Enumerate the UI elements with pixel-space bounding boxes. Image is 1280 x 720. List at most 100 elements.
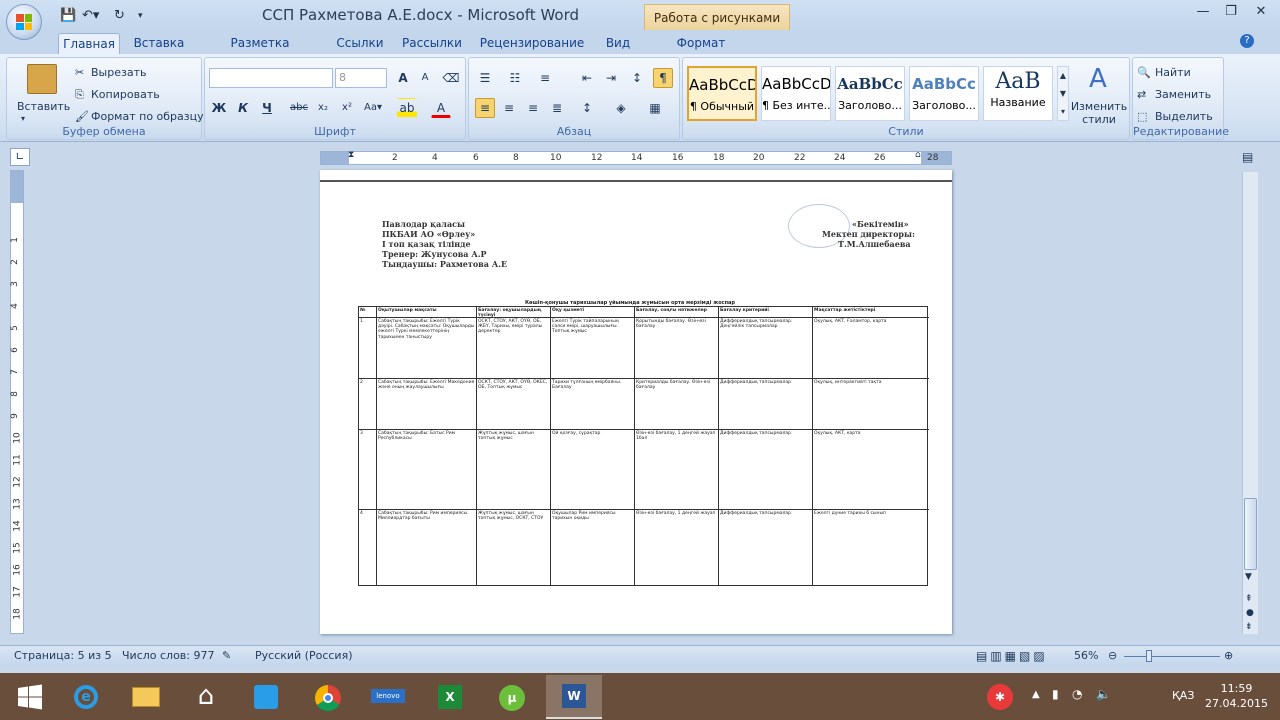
style-heading-1[interactable]: AaBbCc Заголово... (835, 66, 905, 121)
utorrent-icon[interactable]: µ (484, 675, 540, 719)
word-icon[interactable]: W (546, 675, 602, 719)
clock[interactable]: 11:59 27.04.2015 (1205, 681, 1268, 711)
style-no-spacing[interactable]: AaBbCcDc ¶ Без инте... (761, 66, 831, 121)
file-explorer-icon[interactable] (118, 675, 174, 719)
view-ruler-icon[interactable]: ▤ (1242, 150, 1253, 164)
tab-selector-icon[interactable]: ∟ (10, 148, 30, 166)
home-icon[interactable]: ⌂ (178, 675, 234, 719)
align-left-icon[interactable]: ≡ (475, 98, 495, 118)
excel-icon[interactable]: X (422, 675, 478, 719)
tab-mailings[interactable]: Рассылки (400, 33, 464, 54)
word-count[interactable]: Число слов: 977 (122, 649, 215, 662)
tray-expand-icon[interactable]: ▲ (1032, 689, 1040, 700)
proofing-icon[interactable]: ✎ (222, 649, 231, 662)
store-bag-icon[interactable] (238, 675, 294, 719)
cut-button[interactable]: Вырезать (91, 66, 146, 79)
numbering-icon[interactable]: ☷ (505, 68, 525, 88)
volume-icon[interactable]: 🔈 (1096, 687, 1111, 701)
tab-view[interactable]: Вид (598, 33, 638, 54)
italic-button[interactable]: К (233, 98, 253, 118)
close-icon[interactable]: ✕ (1246, 2, 1276, 22)
zoom-in-icon[interactable]: ⊕ (1224, 649, 1233, 662)
format-painter-icon[interactable]: 🖌 (75, 110, 89, 123)
scroll-down-icon[interactable]: ▼ (1245, 572, 1252, 582)
next-page-icon[interactable]: ⇟ (1245, 622, 1253, 632)
format-painter-button[interactable]: Формат по образцу (91, 110, 204, 123)
shading-icon[interactable]: ◈ (611, 98, 631, 118)
align-center-icon[interactable]: ≡ (499, 98, 519, 118)
network-icon[interactable]: ▮ (1052, 687, 1059, 701)
line-spacing-icon[interactable]: ↕ (577, 98, 597, 118)
sort-icon[interactable]: ↕ (627, 68, 647, 88)
chrome-icon[interactable] (300, 675, 356, 719)
cut-icon[interactable]: ✂ (75, 66, 84, 79)
browse-object-icon[interactable]: ● (1246, 608, 1254, 618)
undo-icon[interactable]: ↶▾ (82, 7, 99, 25)
style-heading-2[interactable]: AaBbCc Заголово... (909, 66, 979, 121)
font-name-combo[interactable] (209, 68, 333, 88)
paste-icon[interactable] (27, 64, 57, 94)
scrollbar-thumb[interactable] (1244, 498, 1257, 570)
page-indicator[interactable]: Страница: 5 из 5 (14, 649, 112, 662)
select-icon[interactable]: ⬚ (1137, 110, 1147, 123)
replace-icon[interactable]: ⇄ (1137, 88, 1146, 101)
multilevel-list-icon[interactable]: ≡ (535, 68, 555, 88)
style-title[interactable]: AaB Название (983, 66, 1053, 121)
zoom-slider[interactable] (1124, 656, 1220, 657)
tab-home[interactable]: Главная (58, 33, 120, 54)
subscript-icon[interactable]: x₂ (313, 98, 333, 118)
tab-insert[interactable]: Вставка (130, 33, 188, 54)
justify-icon[interactable]: ≣ (547, 98, 567, 118)
superscript-icon[interactable]: x² (337, 98, 357, 118)
internet-explorer-icon[interactable]: e (58, 675, 114, 719)
find-button[interactable]: Найти (1155, 66, 1191, 79)
save-icon[interactable]: 💾 (60, 7, 76, 25)
right-indent-marker-icon[interactable]: ⌂ (915, 150, 921, 160)
view-buttons-icon[interactable]: ▤▥▦▧▨ (976, 649, 1048, 663)
lesson-plan-table[interactable]: № Оқытушылар мақсаты Бағалау: оқушыларды… (358, 306, 929, 586)
keyboard-language[interactable]: ҚАЗ (1172, 689, 1194, 702)
replace-button[interactable]: Заменить (1155, 88, 1211, 101)
language-indicator[interactable]: Русский (Россия) (255, 649, 353, 662)
lenovo-icon[interactable]: lenovo (360, 675, 416, 719)
help-icon[interactable]: ? (1240, 34, 1254, 48)
align-right-icon[interactable]: ≡ (523, 98, 543, 118)
zoom-level[interactable]: 56% (1074, 649, 1098, 662)
find-icon[interactable]: 🔍 (1137, 66, 1151, 79)
office-button[interactable] (6, 4, 42, 40)
increase-indent-icon[interactable]: ⇥ (601, 68, 621, 88)
horizontal-ruler[interactable]: ⧗ 2 4 6 8 10 12 14 16 18 20 22 24 26 28 … (320, 150, 952, 165)
copy-button[interactable]: Копировать (91, 88, 160, 101)
wifi-icon[interactable]: ◔ (1072, 687, 1082, 701)
vertical-ruler[interactable]: 1 2 3 4 5 6 7 8 9 10 11 12 13 14 15 16 1… (10, 170, 24, 634)
change-case-icon[interactable]: Aa▾ (363, 98, 383, 118)
tab-format[interactable]: Формат (670, 33, 732, 54)
strikethrough-icon[interactable]: abc (289, 98, 309, 118)
redo-icon[interactable]: ↻ (114, 7, 125, 25)
minimize-icon[interactable]: — (1190, 2, 1216, 22)
maximize-icon[interactable]: ❐ (1218, 2, 1244, 22)
bullets-icon[interactable]: ☰ (475, 68, 495, 88)
zoom-slider-thumb[interactable] (1146, 650, 1152, 662)
change-styles-button[interactable]: Изменить стили (1069, 100, 1129, 126)
style-normal[interactable]: AaBbCcDc ¶ Обычный (687, 66, 757, 121)
paste-dropdown-icon[interactable]: ▾ (21, 114, 25, 123)
tab-review[interactable]: Рецензирование (478, 33, 586, 54)
indent-marker-icon[interactable]: ⧗ (348, 150, 354, 160)
change-styles-icon[interactable]: A (1089, 64, 1107, 94)
bold-button[interactable]: Ж (209, 98, 229, 118)
borders-icon[interactable]: ▦ (645, 98, 665, 118)
paste-button[interactable]: Вставить (17, 100, 70, 113)
select-button[interactable]: Выделить (1155, 110, 1213, 123)
shrink-font-icon[interactable]: A (415, 68, 435, 88)
tab-references[interactable]: Ссылки (330, 33, 390, 54)
decrease-indent-icon[interactable]: ⇤ (577, 68, 597, 88)
tab-page-layout[interactable]: Разметка страницы (200, 33, 320, 71)
show-marks-icon[interactable]: ¶ (653, 68, 673, 88)
styles-scroll-icon[interactable]: ▲ ▼ ▾ (1057, 66, 1069, 121)
previous-page-icon[interactable]: ⇞ (1245, 594, 1253, 604)
grow-font-icon[interactable]: A (393, 68, 413, 88)
copy-icon[interactable]: ⎘ (75, 88, 84, 102)
clear-format-icon[interactable]: ⌫ (441, 68, 461, 88)
underline-button[interactable]: Ч (257, 98, 277, 118)
